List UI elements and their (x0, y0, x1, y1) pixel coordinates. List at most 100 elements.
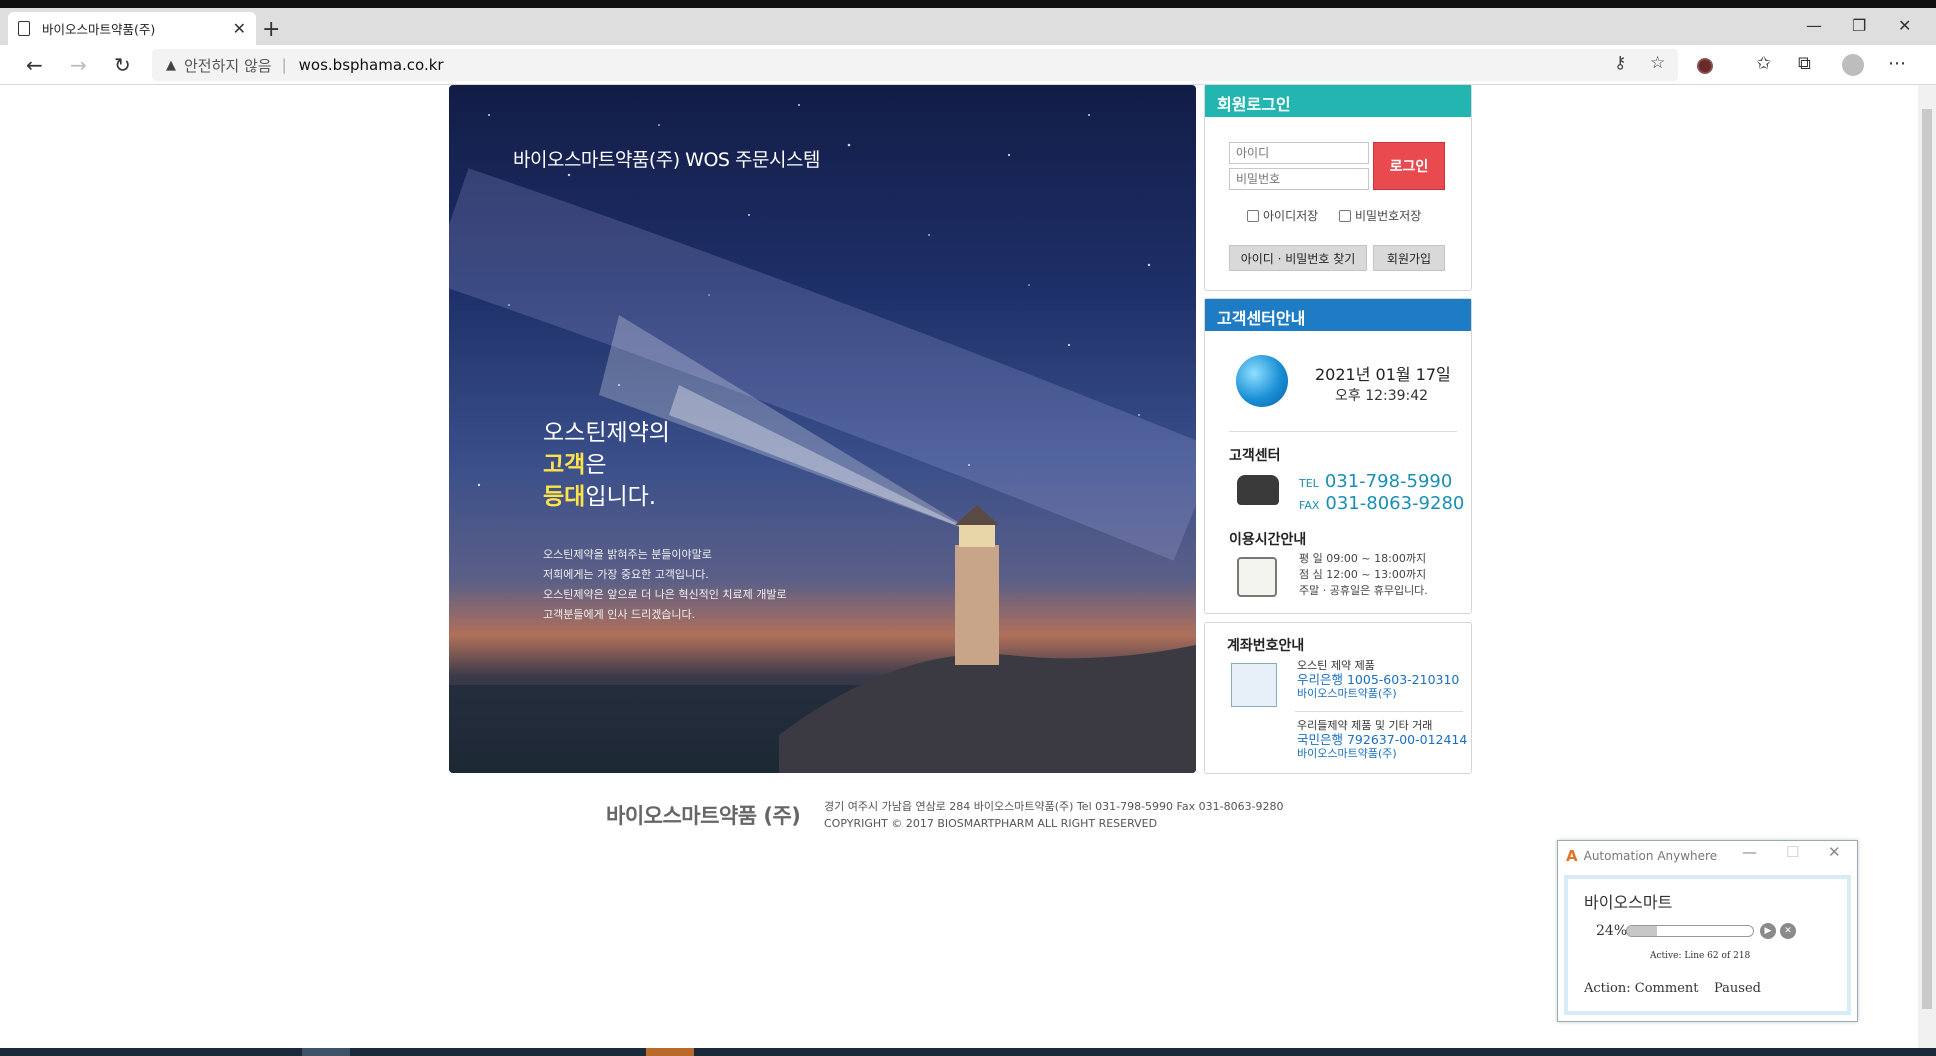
hours-line: 점 심 12:00 ~ 13:00까지 (1299, 568, 1427, 581)
slogan-line: 등대입니다. (543, 481, 670, 513)
join-button[interactable]: 회원가입 (1373, 245, 1445, 271)
account-item: 오스틴 제약 제품 우리은행 1005-603-210310 바이오스마트약품(… (1297, 659, 1459, 701)
current-time: 오후 12:39:42 (1335, 388, 1429, 404)
find-id-password-button[interactable]: 아이디 · 비밀번호 찾기 (1229, 245, 1367, 271)
aa-content: 바이오스마트 24% ▶ ✕ Active: Line 62 of 218 Ac… (1564, 875, 1851, 1015)
more-menu-icon[interactable]: ⋯ (1888, 53, 1906, 74)
favorite-star-icon[interactable]: ☆ (1650, 53, 1665, 73)
password-input[interactable] (1229, 168, 1369, 190)
desc-line: 고객분들에게 인사 드리겠습니다. (543, 608, 696, 621)
current-date: 2021년 01월 17일 (1315, 365, 1451, 384)
center-label: 고객센터 (1229, 448, 1281, 464)
fax-value: 031-8063-9280 (1325, 493, 1465, 514)
collections-icon[interactable]: ⧉ (1798, 53, 1811, 74)
footer-address: 경기 여주시 가남읍 연삼로 284 바이오스마트약품(주) Tel 031-7… (824, 800, 1284, 813)
account-number: 국민은행 792637-00-012414 (1297, 732, 1468, 747)
account-number: 우리은행 1005-603-210310 (1297, 672, 1460, 687)
aa-status: Paused (1714, 981, 1761, 996)
divider (1229, 431, 1457, 432)
hero-title: 바이오스마트약품(주) WOS 주문시스템 (513, 149, 820, 171)
aa-maximize-icon[interactable]: ☐ (1786, 843, 1799, 861)
desc-line: 저희에게는 가장 중요한 고객입니다. (543, 568, 709, 581)
hero-slogan: 오스틴제약의 고객은 등대입니다. (543, 417, 670, 513)
save-password-checkbox[interactable]: 비밀번호저장 (1339, 207, 1421, 224)
warning-icon: ▲ (166, 57, 176, 73)
close-tab-icon[interactable]: ✕ (233, 19, 246, 38)
aa-action: Action: Comment (1584, 981, 1699, 996)
account-caption: 우리들제약 제품 및 기타 거래 (1297, 719, 1433, 732)
tab-bar: 바이오스마트약품(주) ✕ + — ❐ ✕ (0, 8, 1936, 45)
aa-titlebar: A Automation Anywhere (1566, 847, 1717, 865)
aa-bot-name: 바이오스마트 (1584, 893, 1673, 912)
slogan-highlight: 고객 (543, 452, 586, 478)
bank-icon (1231, 663, 1277, 707)
url-text: wos.bsphama.co.kr (298, 56, 444, 74)
desc-line: 오스틴제약을 밝혀주는 분들이야말로 (543, 548, 712, 561)
footer-copyright: COPYRIGHT © 2017 BIOSMARTPHARM ALL RIGHT… (824, 817, 1158, 830)
aa-close-icon[interactable]: ✕ (1828, 843, 1841, 861)
browser-tab[interactable]: 바이오스마트약품(주) ✕ (8, 12, 256, 45)
scrollbar-thumb[interactable] (1922, 109, 1932, 1009)
login-heading: 회원로그인 (1205, 85, 1471, 117)
refresh-icon[interactable]: ↻ (114, 53, 131, 77)
taskbar-item[interactable] (646, 1048, 694, 1056)
extension-icon[interactable] (1697, 58, 1713, 74)
favorites-icon[interactable]: ✩ (1756, 53, 1771, 74)
divider: | (281, 56, 287, 74)
tel-label: TEL (1299, 477, 1319, 490)
forward-icon[interactable]: → (70, 53, 87, 77)
url-field[interactable]: ▲ 안전하지 않음 | wos.bsphama.co.kr (152, 49, 1678, 81)
tab-title: 바이오스마트약품(주) (42, 22, 156, 37)
aa-logo-icon: A (1566, 847, 1578, 865)
taskbar-item[interactable] (302, 1048, 350, 1056)
slogan-line: 고객은 (543, 449, 670, 481)
tel-value: 031-798-5990 (1324, 471, 1453, 492)
window-frame (0, 0, 1936, 8)
hero-banner: 바이오스마트약품(주) WOS 주문시스템 오스틴제약의 고객은 등대입니다. … (449, 85, 1196, 773)
fax-label: FAX (1299, 499, 1320, 512)
aa-stop-icon[interactable]: ✕ (1780, 923, 1796, 939)
save-id-checkbox[interactable]: 아이디저장 (1247, 207, 1318, 224)
login-button[interactable]: 로그인 (1373, 142, 1445, 190)
footer-info: 경기 여주시 가남읍 연삼로 284 바이오스마트약품(주) Tel 031-7… (824, 798, 1284, 832)
aa-progress-fill (1627, 926, 1658, 936)
aa-active-line: Active: Line 62 of 218 (1650, 951, 1751, 961)
slogan-text: 은 (585, 452, 607, 478)
account-panel: 계좌번호안내 오스틴 제약 제품 우리은행 1005-603-210310 바이… (1204, 622, 1472, 774)
checkbox-icon[interactable] (1247, 209, 1259, 222)
account-owner: 바이오스마트약품(주) (1297, 747, 1397, 760)
tel-number: TEL 031-798-5990 (1299, 471, 1452, 492)
account-owner: 바이오스마트약품(주) (1297, 687, 1397, 700)
aa-play-icon[interactable]: ▶ (1760, 923, 1776, 939)
address-bar: ← → ↻ ▲ 안전하지 않음 | wos.bsphama.co.kr ⚷ ☆ … (0, 45, 1936, 85)
save-id-label: 아이디저장 (1263, 209, 1319, 223)
account-item: 우리들제약 제품 및 기타 거래 국민은행 792637-00-012414 바… (1297, 719, 1467, 761)
login-panel: 회원로그인 로그인 아이디저장 비밀번호저장 아이디 · 비밀번호 찾기 회원가… (1204, 84, 1472, 291)
page-icon (18, 21, 30, 36)
hours-list: 평 일 09:00 ~ 18:00까지 점 심 12:00 ~ 13:00까지 … (1299, 551, 1428, 599)
save-password-label: 비밀번호저장 (1355, 209, 1422, 223)
restore-icon[interactable]: ❐ (1852, 16, 1866, 35)
close-window-icon[interactable]: ✕ (1898, 16, 1911, 35)
account-heading: 계좌번호안내 (1227, 638, 1305, 654)
checkbox-icon[interactable] (1339, 209, 1351, 222)
hours-line: 평 일 09:00 ~ 18:00까지 (1299, 552, 1427, 565)
taskbar (0, 1048, 1936, 1056)
aa-progress-bar (1626, 925, 1754, 937)
globe-icon (1236, 355, 1288, 407)
minimize-icon[interactable]: — (1806, 16, 1822, 35)
back-icon[interactable]: ← (26, 53, 43, 77)
slogan-text: 입니다. (585, 484, 657, 510)
aa-progress-percent: 24% (1596, 923, 1628, 939)
aa-app-title: Automation Anywhere (1583, 849, 1718, 863)
security-label: 안전하지 않음 (184, 56, 272, 75)
scrollbar[interactable] (1918, 85, 1936, 1048)
customer-center-panel: 고객센터안내 2021년 01월 17일 오후 12:39:42 고객센터 TE… (1204, 298, 1472, 614)
new-tab-icon[interactable]: + (262, 17, 280, 42)
desc-line: 오스틴제약은 앞으로 더 나은 혁신적인 치료제 개발로 (543, 588, 787, 601)
key-icon[interactable]: ⚷ (1614, 53, 1626, 73)
aa-minimize-icon[interactable]: — (1742, 843, 1757, 861)
profile-avatar[interactable] (1842, 54, 1864, 76)
id-input[interactable] (1229, 142, 1369, 164)
telephone-icon (1237, 475, 1279, 505)
